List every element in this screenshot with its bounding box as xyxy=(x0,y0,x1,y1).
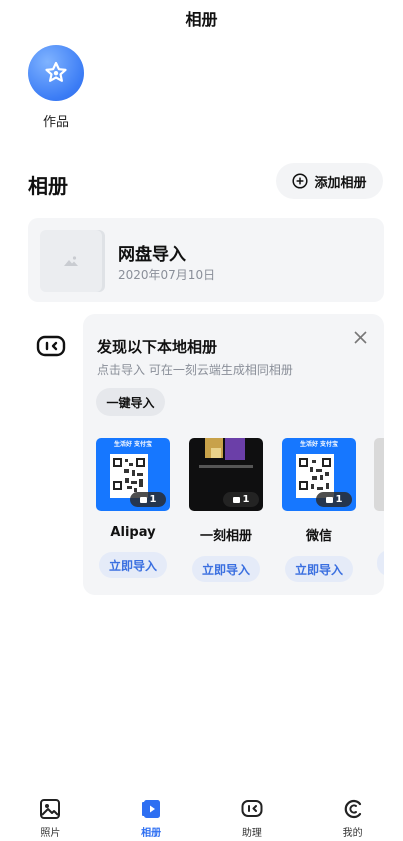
nav-label: 相册 xyxy=(141,828,162,839)
photo-icon xyxy=(40,799,61,819)
local-albums-suggestion-card: 发现以下本地相册 点击导入 可在一刻云端生成相同相册 一键导入 生活好 支付宝 xyxy=(83,314,384,595)
plus-circle-icon xyxy=(292,173,309,189)
nav-item-profile[interactable]: 我的 xyxy=(302,790,403,841)
close-icon xyxy=(353,330,367,344)
assistant-icon xyxy=(241,800,263,817)
photo-count-badge: 1 xyxy=(130,492,166,507)
photo-count-icon xyxy=(232,496,240,503)
next-source-thumbnail-partial[interactable] xyxy=(374,438,384,511)
suggestion-subtitle: 点击导入 可在一刻云端生成相同相册 xyxy=(97,363,293,377)
source-item-alipay: 生活好 支付宝 1 Alipay 立即导入 xyxy=(96,438,172,578)
nav-label: 助理 xyxy=(241,828,262,839)
import-now-button[interactable]: 立即导入 xyxy=(192,556,260,582)
nav-label: 我的 xyxy=(342,828,363,839)
bottom-navigation: 照片 相册 助理 我的 xyxy=(0,790,403,841)
add-album-label: 添加相册 xyxy=(314,175,367,191)
source-thumbnail[interactable]: 生活好 支付宝 1 xyxy=(96,438,170,511)
profile-icon xyxy=(344,799,361,819)
photo-count-icon xyxy=(325,496,333,503)
nav-item-albums[interactable]: 相册 xyxy=(101,790,202,841)
works-shortcut[interactable]: 作品 xyxy=(28,45,84,130)
photo-count-badge: 1 xyxy=(223,492,259,507)
nav-label: 照片 xyxy=(40,828,61,839)
star-badge-icon xyxy=(28,45,84,101)
thumb-caption: 生活好 支付宝 xyxy=(299,441,339,448)
album-icon xyxy=(142,800,161,818)
import-now-button[interactable]: 立即导入 xyxy=(99,552,167,578)
source-item-yike: 1 一刻相册 立即导入 xyxy=(189,438,265,582)
photo-count-badge: 1 xyxy=(316,492,352,507)
assistant-robot-icon xyxy=(36,334,66,358)
import-now-button[interactable]: 立即导入 xyxy=(285,556,353,582)
works-label: 作品 xyxy=(42,115,69,130)
album-name: 网盘导入 xyxy=(118,245,186,265)
image-placeholder-icon xyxy=(64,256,78,266)
nav-item-assistant[interactable]: 助理 xyxy=(202,790,303,841)
nav-item-photos[interactable]: 照片 xyxy=(0,790,101,841)
add-album-button[interactable]: 添加相册 xyxy=(276,163,383,199)
page-title: 相册 xyxy=(185,10,218,29)
source-item-wechat: 生活好 支付宝 1 微信 立即导入 xyxy=(282,438,358,582)
one-click-import-button[interactable]: 一键导入 xyxy=(96,388,165,416)
source-name: 一刻相册 xyxy=(199,529,252,544)
albums-section-title: 相册 xyxy=(28,174,68,198)
source-name: 微信 xyxy=(305,529,332,544)
next-import-button-partial[interactable] xyxy=(377,550,384,576)
album-card[interactable]: 网盘导入 2020年07月10日 xyxy=(28,218,384,302)
close-button[interactable] xyxy=(349,326,371,348)
source-thumbnail[interactable]: 生活好 支付宝 1 xyxy=(282,438,356,511)
album-cover xyxy=(40,230,102,292)
source-name: Alipay xyxy=(110,525,156,540)
thumb-caption: 生活好 支付宝 xyxy=(113,441,153,448)
suggestion-title: 发现以下本地相册 xyxy=(97,338,218,356)
album-date: 2020年07月10日 xyxy=(118,268,216,282)
source-thumbnail[interactable]: 1 xyxy=(189,438,263,511)
photo-count-icon xyxy=(139,496,147,503)
